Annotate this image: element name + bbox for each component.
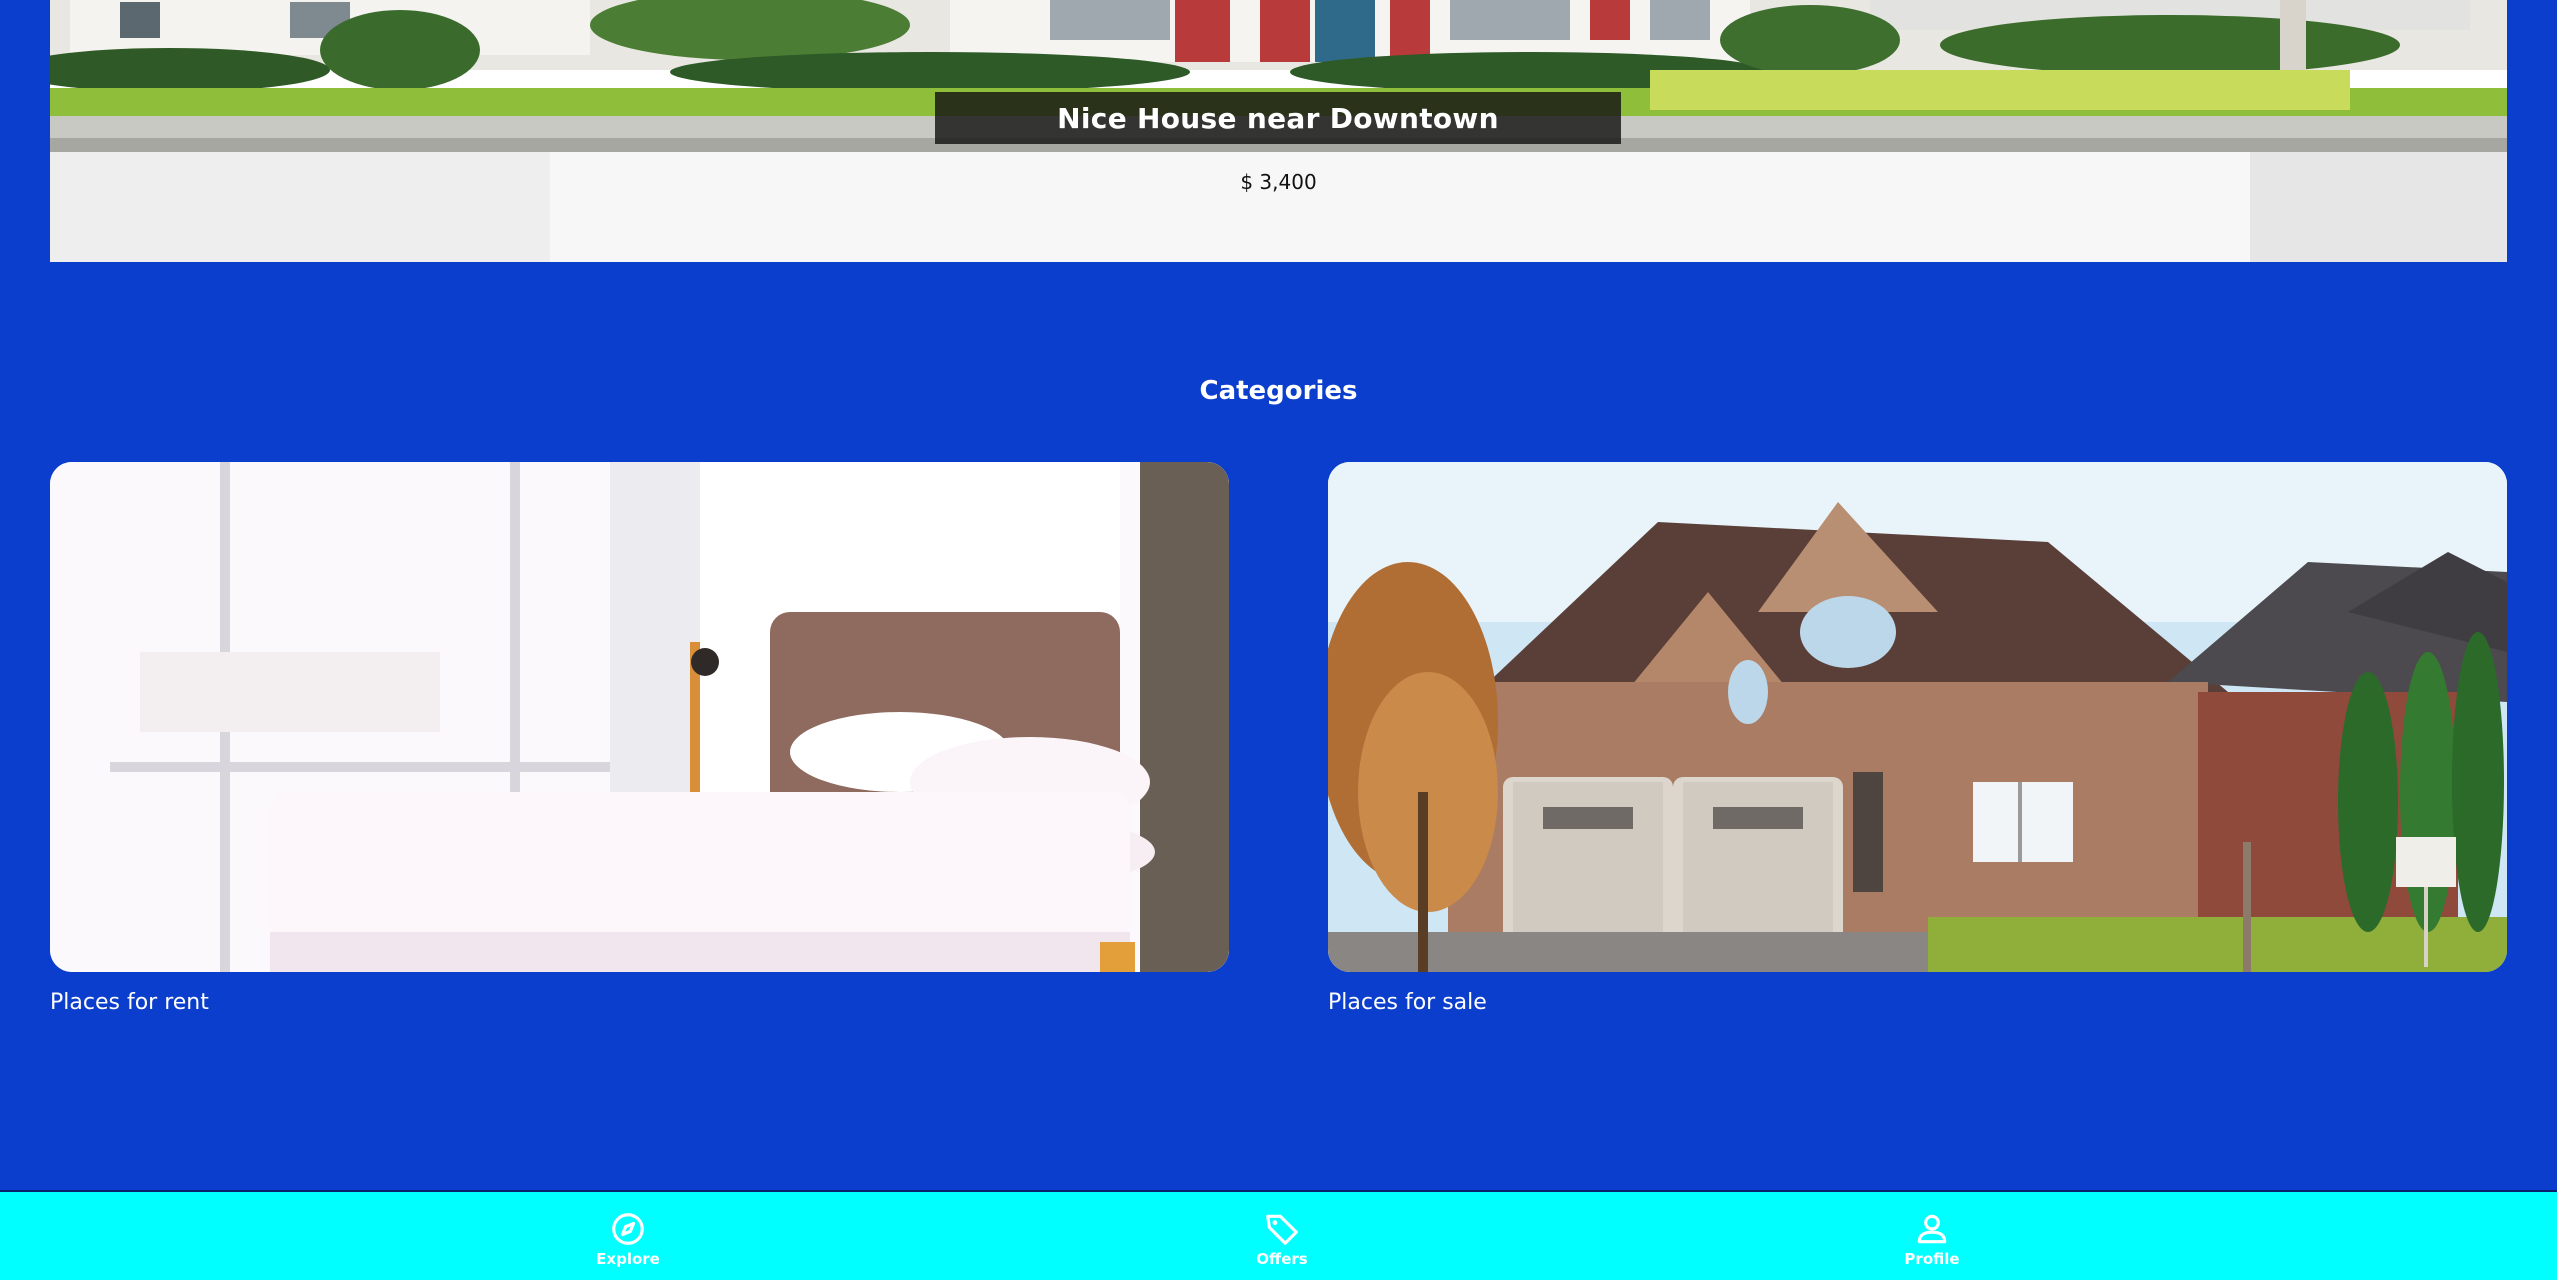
category-card-sale[interactable]: Places for sale (1328, 462, 2507, 1015)
page: Nice House near Downtown $ 3,400 Categor… (0, 0, 2557, 1280)
category-image-sale (1328, 462, 2507, 972)
nav-label-offers: Offers (1256, 1250, 1308, 1268)
nav-item-offers[interactable]: Offers (1202, 1210, 1362, 1268)
categories-heading: Categories (1199, 376, 1358, 406)
featured-listing-title: Nice House near Downtown (935, 92, 1621, 144)
nav-label-explore: Explore (596, 1250, 660, 1268)
category-label-sale: Places for sale (1328, 990, 1487, 1015)
nav-item-explore[interactable]: Explore (548, 1210, 708, 1268)
category-card-rent[interactable]: Places for rent (50, 462, 1229, 1015)
compass-icon (612, 1213, 644, 1245)
category-label-rent: Places for rent (50, 990, 209, 1015)
bottom-navigation: Explore Offers Profile (0, 1190, 2557, 1280)
featured-listing-price: $ 3,400 (1240, 170, 1317, 194)
person-icon (1917, 1214, 1947, 1244)
category-image-rent (50, 462, 1229, 972)
featured-listing-card[interactable]: Nice House near Downtown $ 3,400 (50, 0, 2507, 262)
tag-icon (1266, 1214, 1298, 1245)
nav-item-profile[interactable]: Profile (1852, 1210, 2012, 1268)
nav-label-profile: Profile (1904, 1250, 1960, 1268)
